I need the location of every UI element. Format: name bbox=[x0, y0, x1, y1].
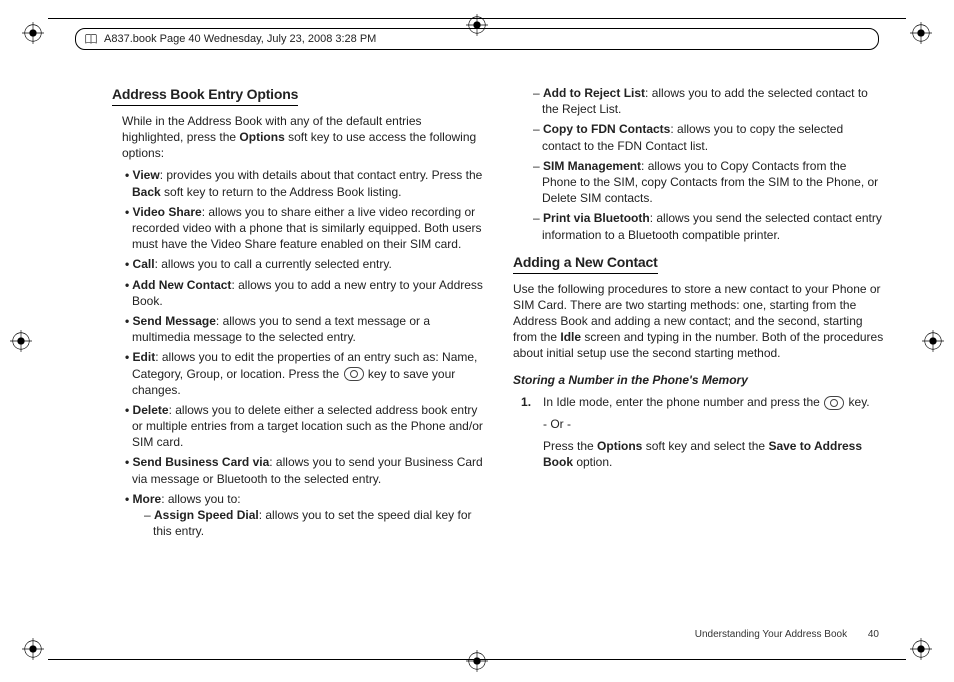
section-heading-entry-options: Address Book Entry Options bbox=[112, 85, 483, 106]
option-add-new-contact: Add New Contact: allows you to add a new… bbox=[122, 277, 483, 309]
option-more: More: allows you to: Assign Speed Dial: … bbox=[122, 491, 483, 540]
footer-section-name: Understanding Your Address Book bbox=[695, 629, 847, 640]
option-send-business-card: Send Business Card via: allows you to se… bbox=[122, 454, 483, 486]
or-separator: - Or - bbox=[543, 416, 884, 432]
option-print-via-bluetooth: Print via Bluetooth: allows you send the… bbox=[533, 210, 884, 242]
option-assign-speed-dial: Assign Speed Dial: allows you to set the… bbox=[144, 507, 483, 539]
option-sim-management: SIM Management: allows you to Copy Conta… bbox=[533, 158, 884, 207]
page-footer: Understanding Your Address Book 40 bbox=[695, 629, 879, 640]
crop-mark-icon bbox=[22, 22, 44, 44]
option-call: Call: allows you to call a currently sel… bbox=[122, 256, 483, 272]
subheading-storing-number: Storing a Number in the Phone's Memory bbox=[513, 372, 884, 388]
intro-paragraph: While in the Address Book with any of th… bbox=[112, 113, 483, 162]
option-send-message: Send Message: allows you to send a text … bbox=[122, 313, 483, 345]
crop-mark-icon bbox=[910, 638, 932, 660]
adding-contact-intro: Use the following procedures to store a … bbox=[513, 281, 884, 362]
option-copy-to-fdn: Copy to FDN Contacts: allows you to copy… bbox=[533, 121, 884, 153]
ok-key-icon bbox=[824, 396, 844, 410]
crop-mark-icon bbox=[22, 638, 44, 660]
header-text: A837.book Page 40 Wednesday, July 23, 20… bbox=[104, 33, 376, 45]
section-heading-adding-contact: Adding a New Contact bbox=[513, 253, 884, 274]
page-number: 40 bbox=[868, 629, 879, 640]
document-header: A837.book Page 40 Wednesday, July 23, 20… bbox=[75, 28, 879, 50]
book-icon bbox=[84, 32, 98, 46]
option-video-share: Video Share: allows you to share either … bbox=[122, 204, 483, 253]
step-1-alt: Press the Options soft key and select th… bbox=[543, 438, 884, 470]
column-right: Add to Reject List: allows you to add th… bbox=[513, 85, 884, 622]
option-view: View: provides you with details about th… bbox=[122, 167, 483, 199]
step-1: In Idle mode, enter the phone number and… bbox=[543, 394, 884, 471]
crop-mark-icon bbox=[910, 22, 932, 44]
crop-mark-icon bbox=[922, 330, 944, 352]
crop-mark-icon bbox=[10, 330, 32, 352]
ok-key-icon bbox=[344, 367, 364, 381]
column-left: Address Book Entry Options While in the … bbox=[112, 85, 483, 622]
option-delete: Delete: allows you to delete either a se… bbox=[122, 402, 483, 451]
option-edit: Edit: allows you to edit the properties … bbox=[122, 349, 483, 398]
option-add-to-reject-list: Add to Reject List: allows you to add th… bbox=[533, 85, 884, 117]
